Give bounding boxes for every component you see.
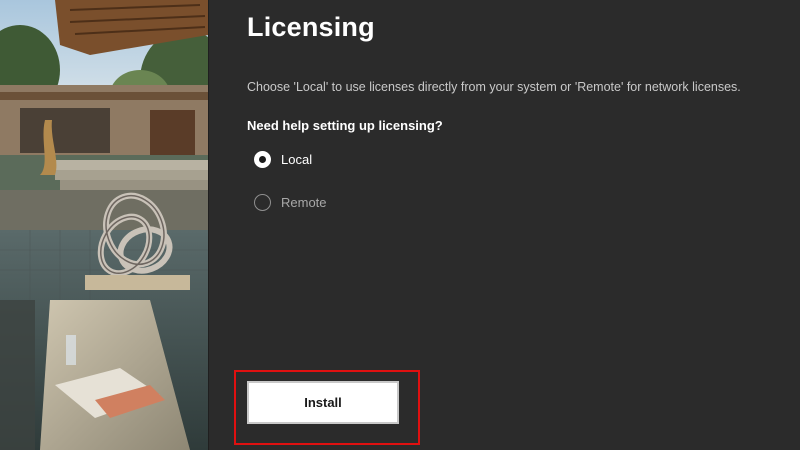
- architecture-render-illustration: [0, 0, 208, 450]
- radio-option-local[interactable]: Local: [254, 151, 312, 168]
- radio-unchecked-icon[interactable]: [254, 194, 271, 211]
- licensing-question: Need help setting up licensing?: [247, 118, 443, 133]
- content-panel: Licensing Choose 'Local' to use licenses…: [209, 0, 800, 450]
- radio-option-remote[interactable]: Remote: [254, 194, 327, 211]
- installer-window: Licensing Choose 'Local' to use licenses…: [0, 0, 800, 450]
- page-title: Licensing: [247, 12, 375, 42]
- hero-image: [0, 0, 208, 450]
- install-button[interactable]: Install: [247, 381, 399, 424]
- radio-label-remote: Remote: [281, 195, 327, 210]
- radio-label-local: Local: [281, 152, 313, 167]
- licensing-description: Choose 'Local' to use licenses directly …: [247, 80, 741, 94]
- radio-checked-icon[interactable]: [254, 151, 271, 168]
